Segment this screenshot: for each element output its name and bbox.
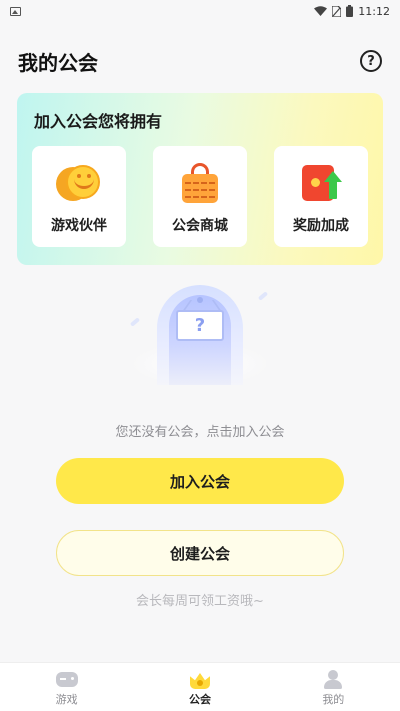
user-icon xyxy=(322,669,344,689)
guild-benefits-card: 加入公会您将拥有 游戏伙伴 公会商城 奖励加成 xyxy=(17,93,383,265)
tab-games[interactable]: 游戏 xyxy=(0,663,133,711)
page-title: 我的公会 xyxy=(18,50,98,75)
crown-icon xyxy=(189,669,211,689)
tab-me[interactable]: 我的 xyxy=(267,663,400,711)
empty-state-message: 您还没有公会，点击加入公会 xyxy=(115,425,285,440)
tab-label: 公会 xyxy=(188,693,211,706)
leader-salary-hint: 会长每周可领工资哦~ xyxy=(136,594,264,609)
benefit-guild-shop[interactable]: 公会商城 xyxy=(153,146,247,247)
tab-guild[interactable]: 公会 xyxy=(133,663,266,711)
tab-label: 游戏 xyxy=(55,693,78,706)
benefit-label: 奖励加成 xyxy=(293,218,349,234)
page-header: 我的公会 ? xyxy=(18,46,382,76)
join-guild-button[interactable]: 加入公会 xyxy=(56,458,344,504)
create-guild-button[interactable]: 创建公会 xyxy=(56,530,344,576)
gamepad-icon xyxy=(55,669,78,689)
smiling-coins-icon xyxy=(56,163,102,203)
status-time: 11:12 xyxy=(358,4,390,18)
question-sign: ? xyxy=(176,310,224,341)
red-envelope-boost-icon xyxy=(298,163,344,203)
empty-guild-illustration: ? xyxy=(129,282,270,387)
benefit-label: 公会商城 xyxy=(172,218,228,234)
question-circle-icon[interactable]: ? xyxy=(360,50,382,72)
benefit-reward-bonus[interactable]: 奖励加成 xyxy=(274,146,368,247)
bottom-tab-bar: 游戏 公会 我的 xyxy=(0,662,400,711)
tab-label: 我的 xyxy=(322,693,345,706)
status-bar: 11:12 xyxy=(0,0,400,22)
no-sim-icon xyxy=(332,5,342,17)
image-notification-icon xyxy=(10,6,21,16)
benefit-label: 游戏伙伴 xyxy=(51,218,107,234)
battery-icon xyxy=(346,5,354,17)
shopping-bag-icon xyxy=(177,163,223,203)
benefit-game-partners[interactable]: 游戏伙伴 xyxy=(32,146,126,247)
benefits-title: 加入公会您将拥有 xyxy=(34,112,163,131)
wifi-icon xyxy=(314,6,328,16)
